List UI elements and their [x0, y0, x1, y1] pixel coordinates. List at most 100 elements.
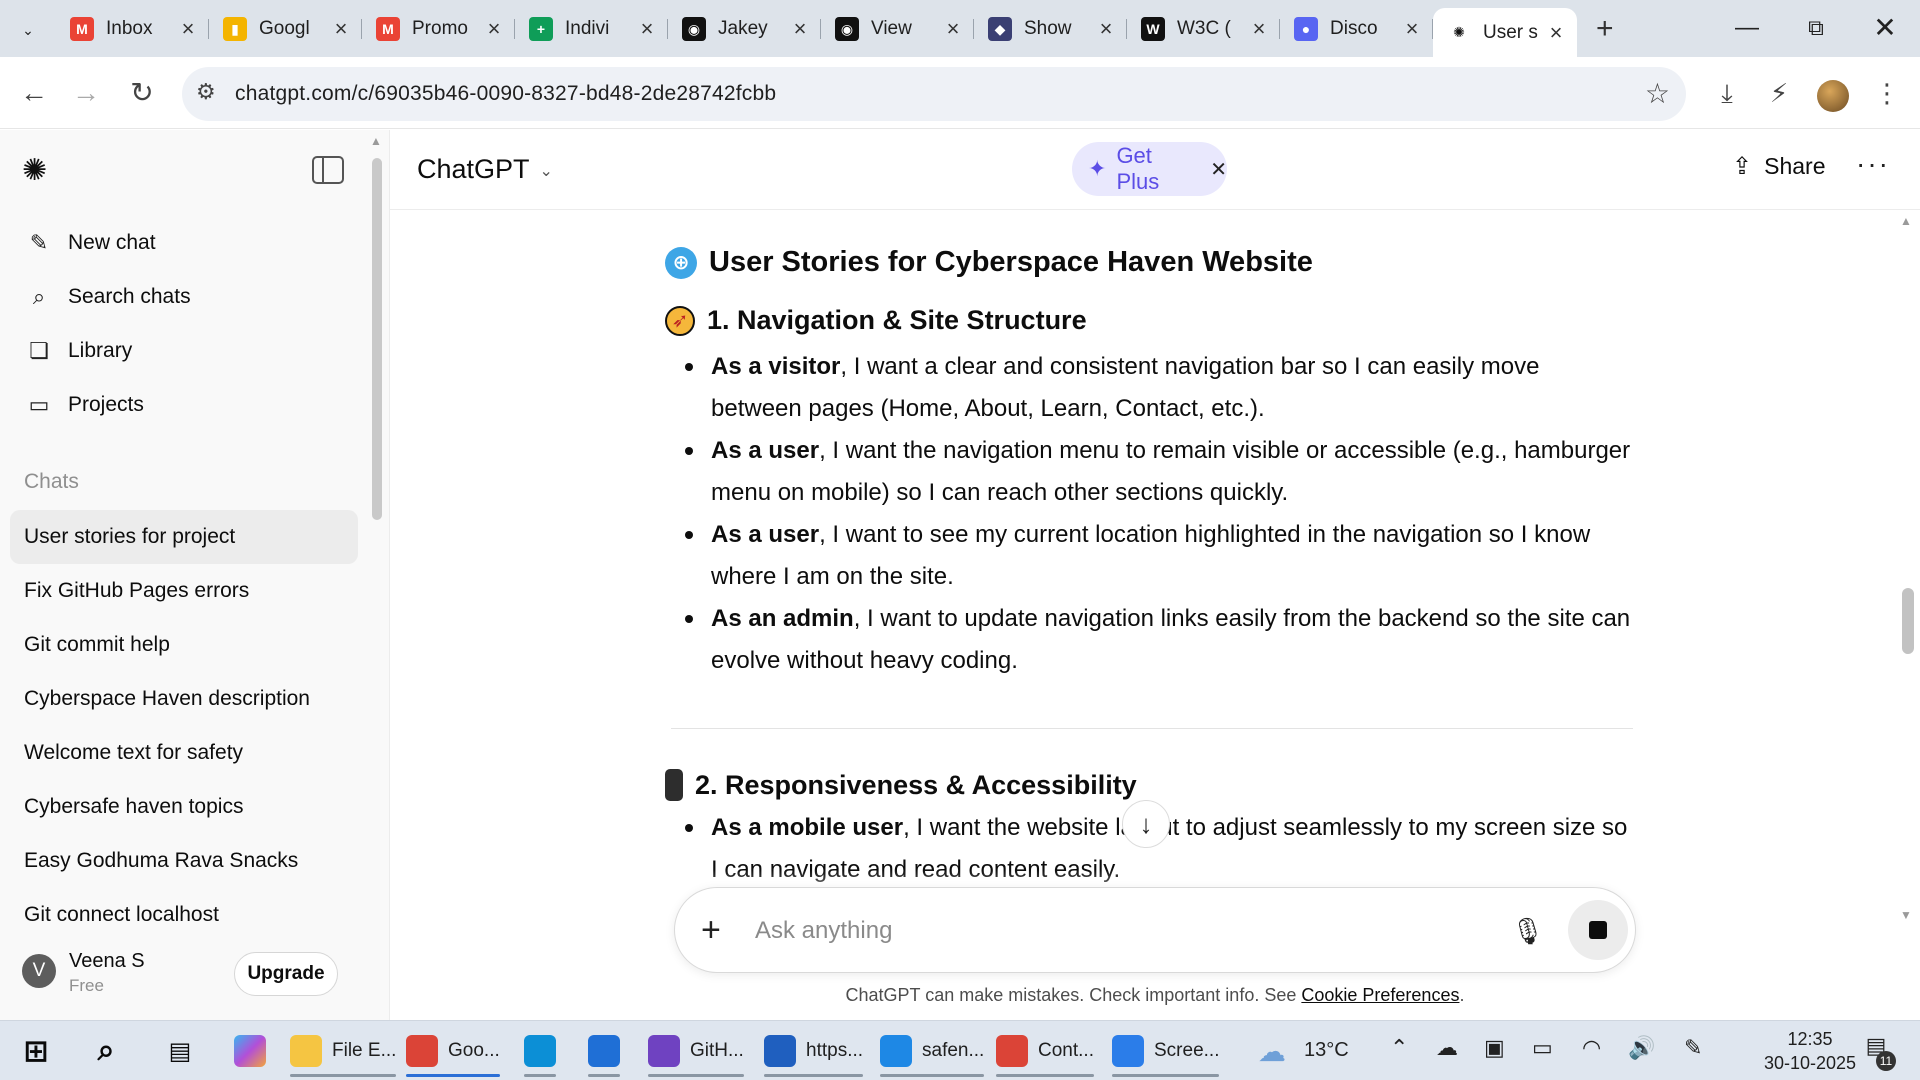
weather-temp[interactable]: 13°C [1304, 1039, 1349, 1062]
taskbar-app[interactable]: Scree... [1112, 1025, 1220, 1077]
get-plus-button[interactable]: ✦ Get Plus ✕ [1072, 142, 1227, 196]
volume-icon[interactable]: 🔊 [1628, 1035, 1655, 1061]
taskbar-app[interactable] [524, 1025, 556, 1077]
browser-tab[interactable]: M Inbox × [56, 8, 209, 50]
chatgpt-logo-icon[interactable]: ✺ [22, 154, 56, 188]
user-story-role: As a user [711, 521, 820, 548]
close-tab-icon[interactable]: × [636, 16, 658, 42]
start-button[interactable]: ⊞ [20, 1025, 52, 1077]
pen-icon[interactable]: ✎ [1684, 1035, 1702, 1061]
attach-plus-icon[interactable]: + [701, 908, 721, 952]
close-tab-icon[interactable]: × [1545, 20, 1567, 46]
close-tab-icon[interactable]: × [177, 16, 199, 42]
forward-arrow-icon[interactable]: → [66, 73, 106, 113]
taskbar-app[interactable]: Goo... [406, 1025, 500, 1077]
browser-tab[interactable]: ◆ Show × [974, 8, 1127, 50]
chat-history-item[interactable]: Fix GitHub Pages errors [10, 564, 358, 618]
reload-icon[interactable]: ↻ [122, 73, 162, 113]
chat-history-item[interactable]: Cybersafe haven topics [10, 780, 358, 834]
model-name: ChatGPT [417, 154, 530, 184]
task-view[interactable]: ▤ [164, 1025, 196, 1077]
browser-tab[interactable]: ▮ Googl × [209, 8, 362, 50]
share-button[interactable]: ⇪ Share [1732, 152, 1825, 181]
browser-tab[interactable]: ◉ Jakey × [668, 8, 821, 50]
close-tab-icon[interactable]: × [483, 16, 505, 42]
notification-center-icon[interactable]: ▤ 11 [1858, 1033, 1896, 1071]
performance-icon[interactable]: ⚡ [1759, 73, 1799, 113]
site-settings-icon[interactable]: ⚙ [196, 79, 216, 105]
user-avatar[interactable]: V [22, 954, 56, 988]
chat-history-item[interactable]: User stories for project [10, 510, 358, 564]
taskbar-app[interactable]: Cont... [996, 1025, 1094, 1077]
url-text[interactable]: chatgpt.com/c/69035b46-0090-8327-bd48-2d… [235, 82, 776, 106]
close-tab-icon[interactable]: × [942, 16, 964, 42]
clock[interactable]: 12:35 30-10-2025 [1760, 1027, 1860, 1075]
wifi-icon[interactable]: ◠ [1582, 1035, 1601, 1061]
close-tab-icon[interactable]: × [789, 16, 811, 42]
cookie-preferences-link[interactable]: Cookie Preferences [1301, 985, 1459, 1005]
restore-icon[interactable]: ⧉ [1793, 10, 1839, 46]
user-story-role: As a visitor [711, 353, 841, 380]
taskbar-app[interactable] [588, 1025, 620, 1077]
main-panel: ChatGPT ⌄ ✦ Get Plus ✕ ⇪ Share ··· ⊕ User … [390, 130, 1920, 1020]
sidebar-item-projects[interactable]: ▭ Projects [10, 378, 360, 432]
close-tab-icon[interactable]: × [330, 16, 352, 42]
dismiss-plus-close-icon[interactable]: ✕ [1210, 157, 1227, 182]
sidebar-item-new-chat[interactable]: ✎ New chat [10, 216, 360, 270]
close-tab-icon[interactable]: × [1401, 16, 1423, 42]
address-bar[interactable]: ⚙ chatgpt.com/c/69035b46-0090-8327-bd48-… [182, 67, 1686, 121]
scroll-to-bottom-arrow-icon[interactable]: ↓ [1122, 800, 1170, 848]
sidebar-toggle-icon[interactable] [312, 156, 344, 184]
taskbar-search[interactable]: ⌕ [90, 1025, 122, 1077]
browser-tab[interactable]: ◉ View × [821, 8, 974, 50]
sidebar-item-library[interactable]: ❏ Library [10, 324, 360, 378]
chat-history-item[interactable]: Easy Godhuma Rava Snacks [10, 834, 358, 888]
chat-scroll-up-icon[interactable]: ▲ [1900, 214, 1912, 228]
upgrade-button[interactable]: Upgrade [234, 952, 338, 996]
browser-tab[interactable]: ✺ User s × [1433, 8, 1577, 57]
download-icon[interactable]: ⤓ [1707, 73, 1747, 113]
taskbar-app[interactable]: https... [764, 1025, 864, 1077]
battery-icon[interactable]: ▭ [1532, 1035, 1553, 1061]
device-icon[interactable]: ▣ [1484, 1035, 1505, 1061]
chats-section-label: Chats [24, 470, 79, 493]
onedrive-cloud-icon[interactable]: ☁ [1436, 1035, 1458, 1061]
chat-scrollbar[interactable] [1902, 588, 1914, 654]
taskbar-app-label: safen... [922, 1040, 985, 1061]
copilot[interactable] [234, 1025, 266, 1077]
weather-icon[interactable]: ☁ [1258, 1035, 1286, 1068]
taskbar-app[interactable]: File E... [290, 1025, 397, 1077]
back-arrow-icon[interactable]: ← [14, 73, 54, 113]
prompt-input[interactable]: Ask anything [755, 917, 892, 945]
stop-generating-button[interactable] [1568, 900, 1628, 960]
profile-avatar[interactable] [1817, 80, 1849, 112]
taskbar-app[interactable]: GitH... [648, 1025, 744, 1077]
new-tab-plus-icon[interactable]: + [1596, 12, 1614, 46]
taskbar-app[interactable]: safen... [880, 1025, 985, 1077]
browser-tab[interactable]: + Indivi × [515, 8, 668, 50]
browser-tab[interactable]: ● Disco × [1280, 8, 1433, 50]
tab-search-chevron-down-icon[interactable]: ⌄ [8, 10, 48, 50]
close-tab-icon[interactable]: × [1248, 16, 1270, 42]
show-hidden-icons-chevron-up-icon[interactable]: ⌃ [1390, 1035, 1408, 1061]
tab-title: Inbox [106, 18, 153, 39]
chat-history-item[interactable]: Cyberspace Haven description [10, 672, 358, 726]
user-account-panel[interactable]: V Veena S Free Upgrade [0, 928, 389, 1020]
chat-history-item[interactable]: Welcome text for safety [10, 726, 358, 780]
sidebar-item-search-chats[interactable]: ⌕ Search chats [10, 270, 360, 324]
browser-tab[interactable]: M Promo × [362, 8, 515, 50]
bookmark-star-icon[interactable]: ☆ [1645, 77, 1670, 110]
browser-tab[interactable]: W W3C (× [1127, 8, 1280, 50]
sidebar-scroll-up-icon[interactable]: ▲ [370, 134, 382, 148]
more-options-icon[interactable]: ··· [1856, 148, 1890, 180]
close-tab-icon[interactable]: × [1095, 16, 1117, 42]
chat-scroll-down-icon[interactable]: ▼ [1900, 908, 1912, 922]
chrome-menu-icon[interactable]: ⋮ [1867, 73, 1907, 113]
close-window-icon[interactable]: ✕ [1862, 10, 1908, 46]
sidebar-scrollbar[interactable] [372, 158, 382, 520]
microphone-icon[interactable]: 🎙 [1511, 912, 1544, 950]
chat-history-item[interactable]: Git commit help [10, 618, 358, 672]
section-heading-navigation: ➶ 1. Navigation & Site Structure [665, 305, 1635, 336]
minimize-icon[interactable]: — [1724, 10, 1770, 46]
model-selector[interactable]: ChatGPT ⌄ [417, 154, 553, 185]
